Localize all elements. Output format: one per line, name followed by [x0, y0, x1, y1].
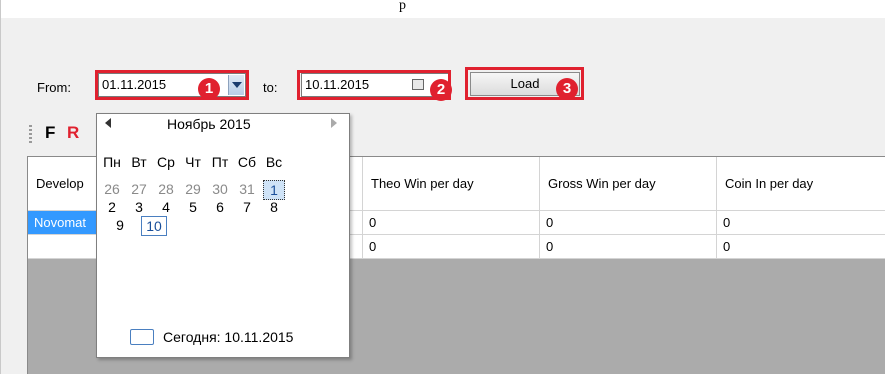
table-cell[interactable]: 0: [540, 235, 717, 259]
table-cell[interactable]: 0: [717, 235, 885, 259]
weekday-label: Сб: [237, 154, 257, 170]
table-cell[interactable]: 0: [363, 235, 540, 259]
partial-title: p: [399, 0, 406, 13]
weekday-label: Пн: [103, 154, 121, 170]
calendar-month-title[interactable]: Ноябрь 2015: [167, 116, 251, 132]
toolbar-r-button[interactable]: R: [67, 123, 79, 143]
table-cell[interactable]: 0: [540, 211, 717, 235]
main-window: p From: 01.11.2015 1 to: 10.11.2015 2 Lo…: [0, 0, 885, 374]
calendar-day[interactable]: 30: [209, 180, 231, 198]
calendar-day-today[interactable]: 10: [141, 216, 167, 236]
highlight-box-2: [297, 70, 451, 100]
calendar-day[interactable]: 7: [236, 198, 258, 216]
calendar-day[interactable]: 27: [128, 180, 150, 198]
column-header-gross-win[interactable]: Gross Win per day: [540, 157, 717, 211]
calendar-popup[interactable]: Ноябрь 2015 Пн Вт Ср Чт Пт Сб Вс 26 27 2…: [96, 113, 350, 358]
weekday-label: Вт: [131, 154, 147, 170]
calendar-day[interactable]: 4: [155, 198, 177, 216]
top-strip: p: [1, 0, 885, 18]
calendar-day[interactable]: 29: [182, 180, 204, 198]
weekday-label: Ср: [157, 154, 175, 170]
step-badge-2: 2: [430, 79, 452, 101]
calendar-day[interactable]: 28: [155, 180, 177, 198]
calendar-day[interactable]: 6: [209, 198, 231, 216]
toolbar-grip-icon[interactable]: [29, 125, 32, 143]
step-badge-3: 3: [556, 78, 578, 100]
toolbar-f-button[interactable]: F: [45, 123, 55, 143]
column-header-theo-win[interactable]: Theo Win per day: [363, 157, 540, 211]
calendar-day-selected[interactable]: 1: [263, 180, 285, 200]
column-header-coin-in[interactable]: Coin In per day: [717, 157, 885, 211]
table-cell[interactable]: 0: [717, 211, 885, 235]
table-cell[interactable]: 0: [363, 211, 540, 235]
calendar-day[interactable]: 26: [101, 180, 123, 198]
calendar-day[interactable]: 9: [109, 216, 131, 234]
step-badge-1: 1: [198, 78, 220, 100]
weekday-label: Вс: [265, 154, 283, 170]
highlight-box-1: [95, 70, 249, 100]
weekday-label: Пт: [211, 154, 229, 170]
previous-month-icon[interactable]: [105, 118, 111, 128]
from-label: From:: [37, 80, 71, 95]
calendar-day[interactable]: 3: [128, 198, 150, 216]
next-month-icon[interactable]: [331, 118, 337, 128]
calendar-day[interactable]: 31: [236, 180, 258, 198]
today-link[interactable]: Сегодня: 10.11.2015: [163, 329, 293, 345]
weekday-label: Чт: [185, 154, 201, 170]
today-marker-icon[interactable]: [130, 329, 154, 345]
calendar-day[interactable]: 5: [182, 198, 204, 216]
calendar-day[interactable]: 8: [263, 198, 285, 216]
calendar-day[interactable]: 2: [101, 198, 123, 216]
to-label: to:: [263, 80, 278, 95]
